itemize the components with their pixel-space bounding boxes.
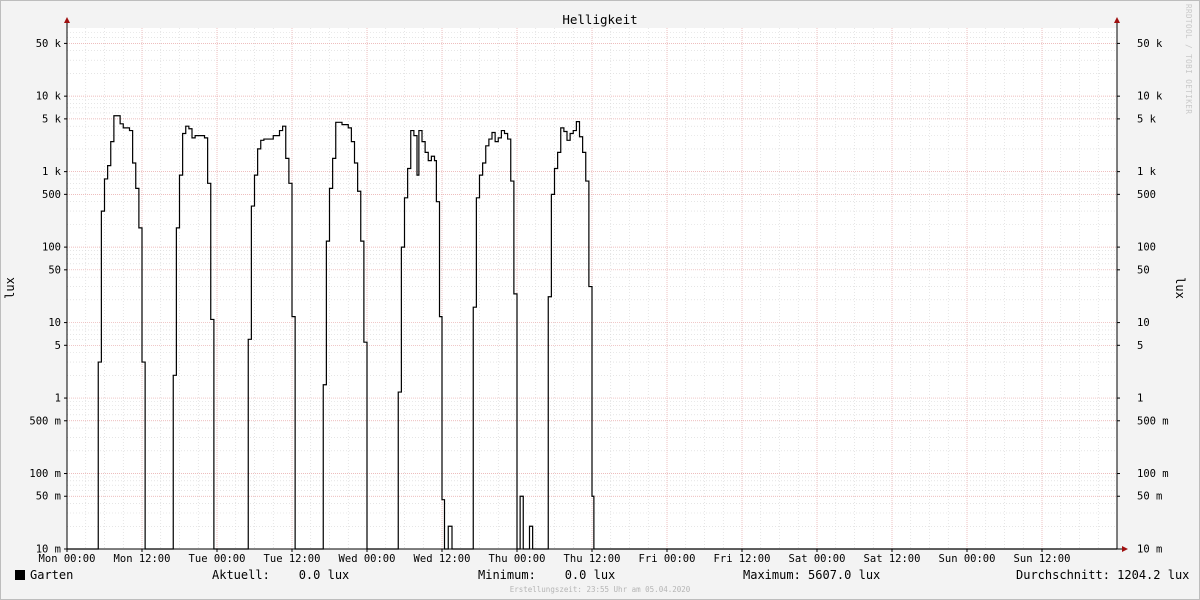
y-tick-label-right: 5 [1137,340,1143,352]
y-tick-label-left: 5 [55,340,61,352]
y-tick-label-left: 5 k [42,113,62,125]
y-axis-label-left: lux [3,277,17,299]
x-tick-label: Sat 00:00 [789,553,846,565]
y-tick-label-right: 10 k [1137,91,1163,103]
x-tick-label: Fri 12:00 [714,553,771,565]
y-axis-label-right: lux [1173,277,1187,299]
x-tick-label: Sat 12:00 [864,553,921,565]
y-tick-label-right: 100 m [1137,468,1169,480]
y-tick-label-right: 10 [1137,317,1150,329]
x-tick-label: Mon 12:00 [114,553,171,565]
x-tick-label: Thu 12:00 [564,553,621,565]
x-tick-label: Mon 00:00 [39,553,96,565]
y-tick-label-right: 500 m [1137,415,1169,427]
chart-svg: 10 m 10 m50 m 50 m100 m 100 m500 m 500 m1 15 5… [3,12,1187,565]
footer-timestamp: Erstellungszeit: 23:55 Uhr am 05.04.2020 [509,585,691,594]
y-tick-label-left: 500 [42,189,61,201]
legend-durchschnitt: Durchschnitt: 1204.2 lux [1016,568,1190,582]
x-tick-label: Tue 00:00 [189,553,246,565]
y-tick-label-right: 500 [1137,189,1156,201]
y-tick-label-left: 50 [48,264,61,276]
rrdtool-credit: RRDTOOL / TOBI OETIKER [1184,4,1193,115]
y-tick-label-right: 50 [1137,264,1150,276]
y-tick-label-right: 5 k [1137,113,1157,125]
legend-series-label: Garten [30,568,74,582]
chart-title: Helligkeit [562,12,637,27]
x-tick-label: Fri 00:00 [639,553,696,565]
x-tick-label: Sun 12:00 [1014,553,1071,565]
legend-aktuell: Aktuell: 0.0 lux [212,568,350,582]
legend-maximum: Maximum: 5607.0 lux [743,568,881,582]
y-tick-label-left: 50 m [36,491,61,503]
y-tick-label-right: 1 [1137,393,1143,405]
y-tick-label-left: 500 m [29,415,61,427]
y-tick-label-left: 10 k [36,91,62,103]
x-tick-label: Wed 00:00 [339,553,396,565]
x-tick-label: Tue 12:00 [264,553,321,565]
x-tick-label: Sun 00:00 [939,553,996,565]
y-axis-arrow-right [1114,17,1120,23]
y-tick-label-left: 100 m [29,468,61,480]
legend-swatch [15,570,25,580]
x-axis-arrow [1122,546,1128,552]
y-axis-arrow-left [64,17,70,23]
y-tick-label-right: 50 m [1137,491,1162,503]
x-tick-label: Thu 00:00 [489,553,546,565]
y-tick-label-left: 1 [55,393,61,405]
y-tick-label-right: 1 k [1137,166,1157,178]
legend-minimum: Minimum: 0.0 lux [478,568,616,582]
x-tick-label: Wed 12:00 [414,553,471,565]
y-tick-label-right: 50 k [1137,38,1163,50]
y-tick-label-right: 10 m [1137,544,1162,556]
y-tick-label-left: 1 k [42,166,62,178]
y-tick-label-left: 10 [48,317,61,329]
y-tick-label-right: 100 [1137,242,1156,254]
y-tick-label-left: 50 k [36,38,62,50]
y-tick-label-left: 100 [42,242,61,254]
